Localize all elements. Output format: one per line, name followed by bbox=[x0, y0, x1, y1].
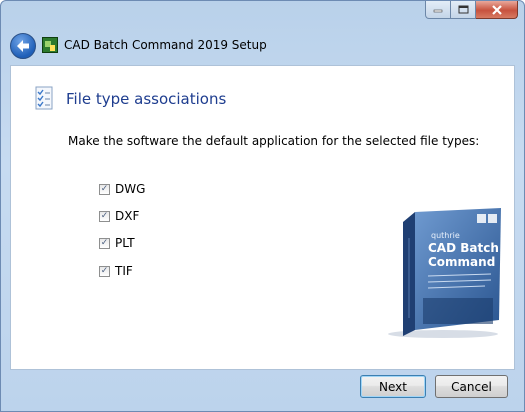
filetype-label: DXF bbox=[115, 209, 140, 223]
caption-buttons bbox=[425, 1, 518, 19]
filetype-label: TIF bbox=[115, 264, 133, 278]
filetype-dwg[interactable]: ✓ DWG bbox=[99, 182, 145, 196]
checklist-icon bbox=[35, 86, 53, 110]
wizard-content-panel: File type associations Make the software… bbox=[10, 65, 515, 370]
product-box-image: quthrie CAD Batch Command bbox=[388, 208, 501, 338]
maximize-icon bbox=[458, 5, 468, 14]
cancel-button[interactable]: Cancel bbox=[435, 375, 508, 398]
box-product-line2: Command bbox=[428, 255, 495, 269]
filetype-label: DWG bbox=[115, 182, 146, 196]
filetype-plt[interactable]: ✓ PLT bbox=[99, 236, 135, 250]
wizard-footer: Next Cancel bbox=[1, 370, 524, 411]
minimize-icon bbox=[433, 9, 443, 12]
back-arrow-icon bbox=[17, 40, 29, 52]
checkbox-tif[interactable]: ✓ bbox=[99, 265, 110, 277]
filetype-tif[interactable]: ✓ TIF bbox=[99, 264, 133, 278]
filetype-label: PLT bbox=[115, 236, 135, 250]
maximize-button[interactable] bbox=[451, 1, 476, 19]
setup-window: CAD Batch Command 2019 Setup File type a… bbox=[0, 0, 525, 412]
next-button[interactable]: Next bbox=[360, 375, 426, 398]
close-button[interactable] bbox=[476, 1, 518, 19]
filetype-dxf[interactable]: ✓ DXF bbox=[99, 209, 139, 223]
box-product-line1: CAD Batch bbox=[428, 241, 499, 255]
page-title: File type associations bbox=[66, 90, 227, 108]
checkbox-dwg[interactable]: ✓ bbox=[99, 183, 110, 195]
back-button[interactable] bbox=[10, 33, 36, 59]
cad-batch-app-icon bbox=[42, 37, 58, 53]
instruction-text: Make the software the default applicatio… bbox=[68, 134, 480, 148]
close-icon bbox=[491, 4, 502, 15]
window-title: CAD Batch Command 2019 Setup bbox=[64, 38, 267, 52]
minimize-button[interactable] bbox=[425, 1, 451, 19]
checkbox-dxf[interactable]: ✓ bbox=[99, 210, 110, 222]
title-bar bbox=[1, 1, 524, 27]
checkbox-plt[interactable]: ✓ bbox=[99, 237, 110, 249]
wizard-header: CAD Batch Command 2019 Setup bbox=[1, 27, 524, 65]
box-brand: quthrie bbox=[431, 231, 460, 240]
